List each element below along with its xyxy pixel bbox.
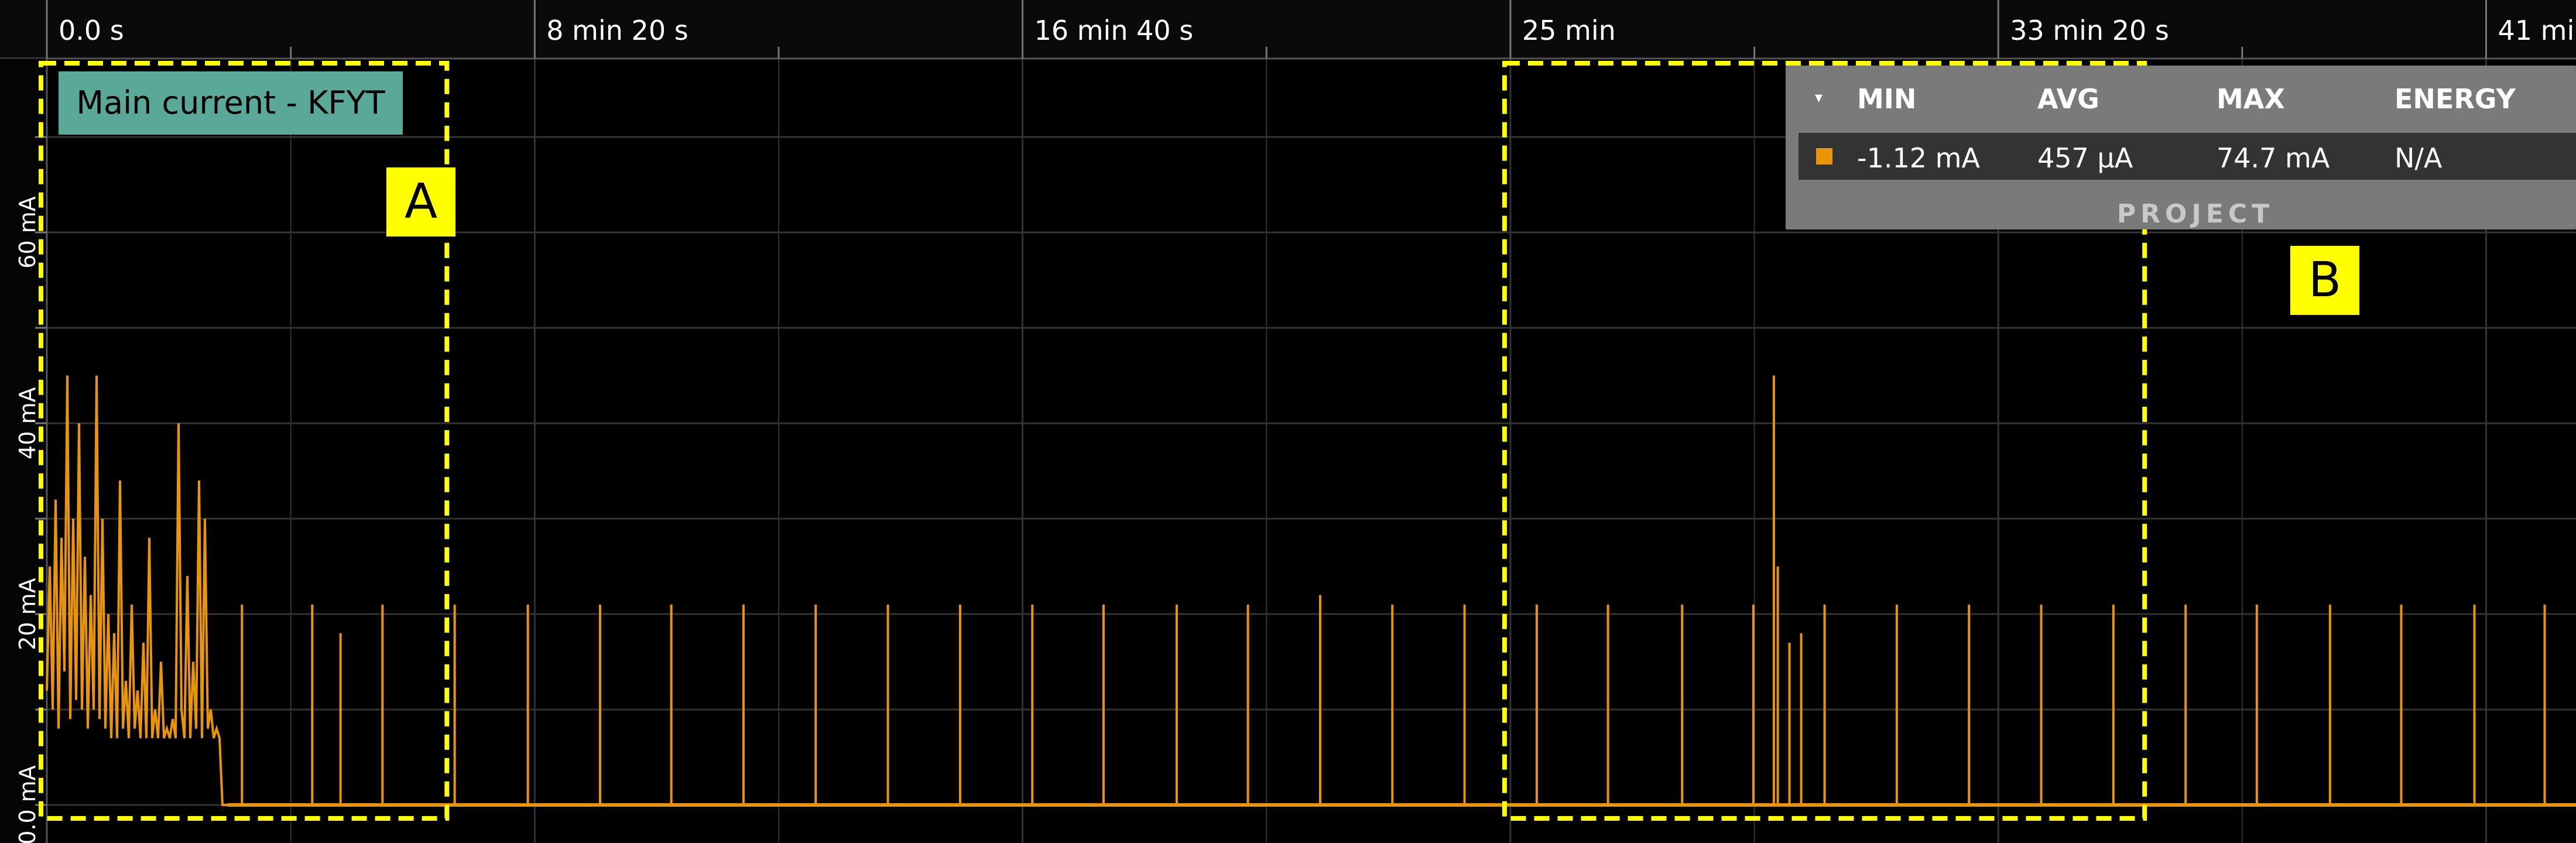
time-axis-band bbox=[0, 0, 2576, 59]
collapse-caret-icon[interactable]: ▾ bbox=[1815, 89, 1823, 107]
time-tick-label: 8 min 20 s bbox=[546, 15, 688, 46]
energy-header: ENERGY bbox=[2395, 83, 2516, 115]
max-header: MAX bbox=[2217, 83, 2285, 115]
time-tick-label: 0.0 s bbox=[59, 15, 124, 46]
energy-value: N/A bbox=[2395, 142, 2443, 174]
current-tick-label: 40 mA bbox=[15, 387, 40, 459]
current-tick-label: 20 mA bbox=[15, 578, 40, 650]
callout-b: B bbox=[2290, 246, 2359, 315]
series-color-swatch bbox=[1816, 148, 1832, 165]
stats-header: ▾ MIN AVG MAX ENERGY bbox=[1786, 66, 2576, 130]
time-axis[interactable]: 0.0 s 8 min 20 s 16 min 40 s 25 min 33 min 2… bbox=[0, 0, 2576, 60]
current-tick-label: 60 mA bbox=[15, 196, 40, 268]
max-value: 74.7 mA bbox=[2217, 142, 2330, 174]
callout-a: A bbox=[386, 167, 455, 237]
stats-panel: ▾ MIN AVG MAX ENERGY -1.12 mA 457 µA 74.… bbox=[1786, 66, 2576, 229]
min-value: -1.12 mA bbox=[1857, 142, 1980, 174]
avg-header: AVG bbox=[2037, 83, 2099, 115]
time-tick-label: 25 min bbox=[1522, 15, 1616, 46]
stats-row[interactable]: -1.12 mA 457 µA 74.7 mA N/A bbox=[1799, 133, 2576, 180]
time-tick-label: 16 min 40 s bbox=[1034, 15, 1194, 46]
avg-value: 457 µA bbox=[2037, 142, 2133, 174]
project-label: PROJECT bbox=[2116, 199, 2274, 229]
current-tick-label: 0.0 mA bbox=[15, 765, 40, 843]
time-tick-label: 33 min 20 s bbox=[2010, 15, 2169, 46]
min-header: MIN bbox=[1857, 83, 1917, 115]
series-name-badge[interactable]: Main current - KFYT bbox=[59, 71, 403, 135]
time-tick-label: 41 min bbox=[2498, 15, 2576, 46]
